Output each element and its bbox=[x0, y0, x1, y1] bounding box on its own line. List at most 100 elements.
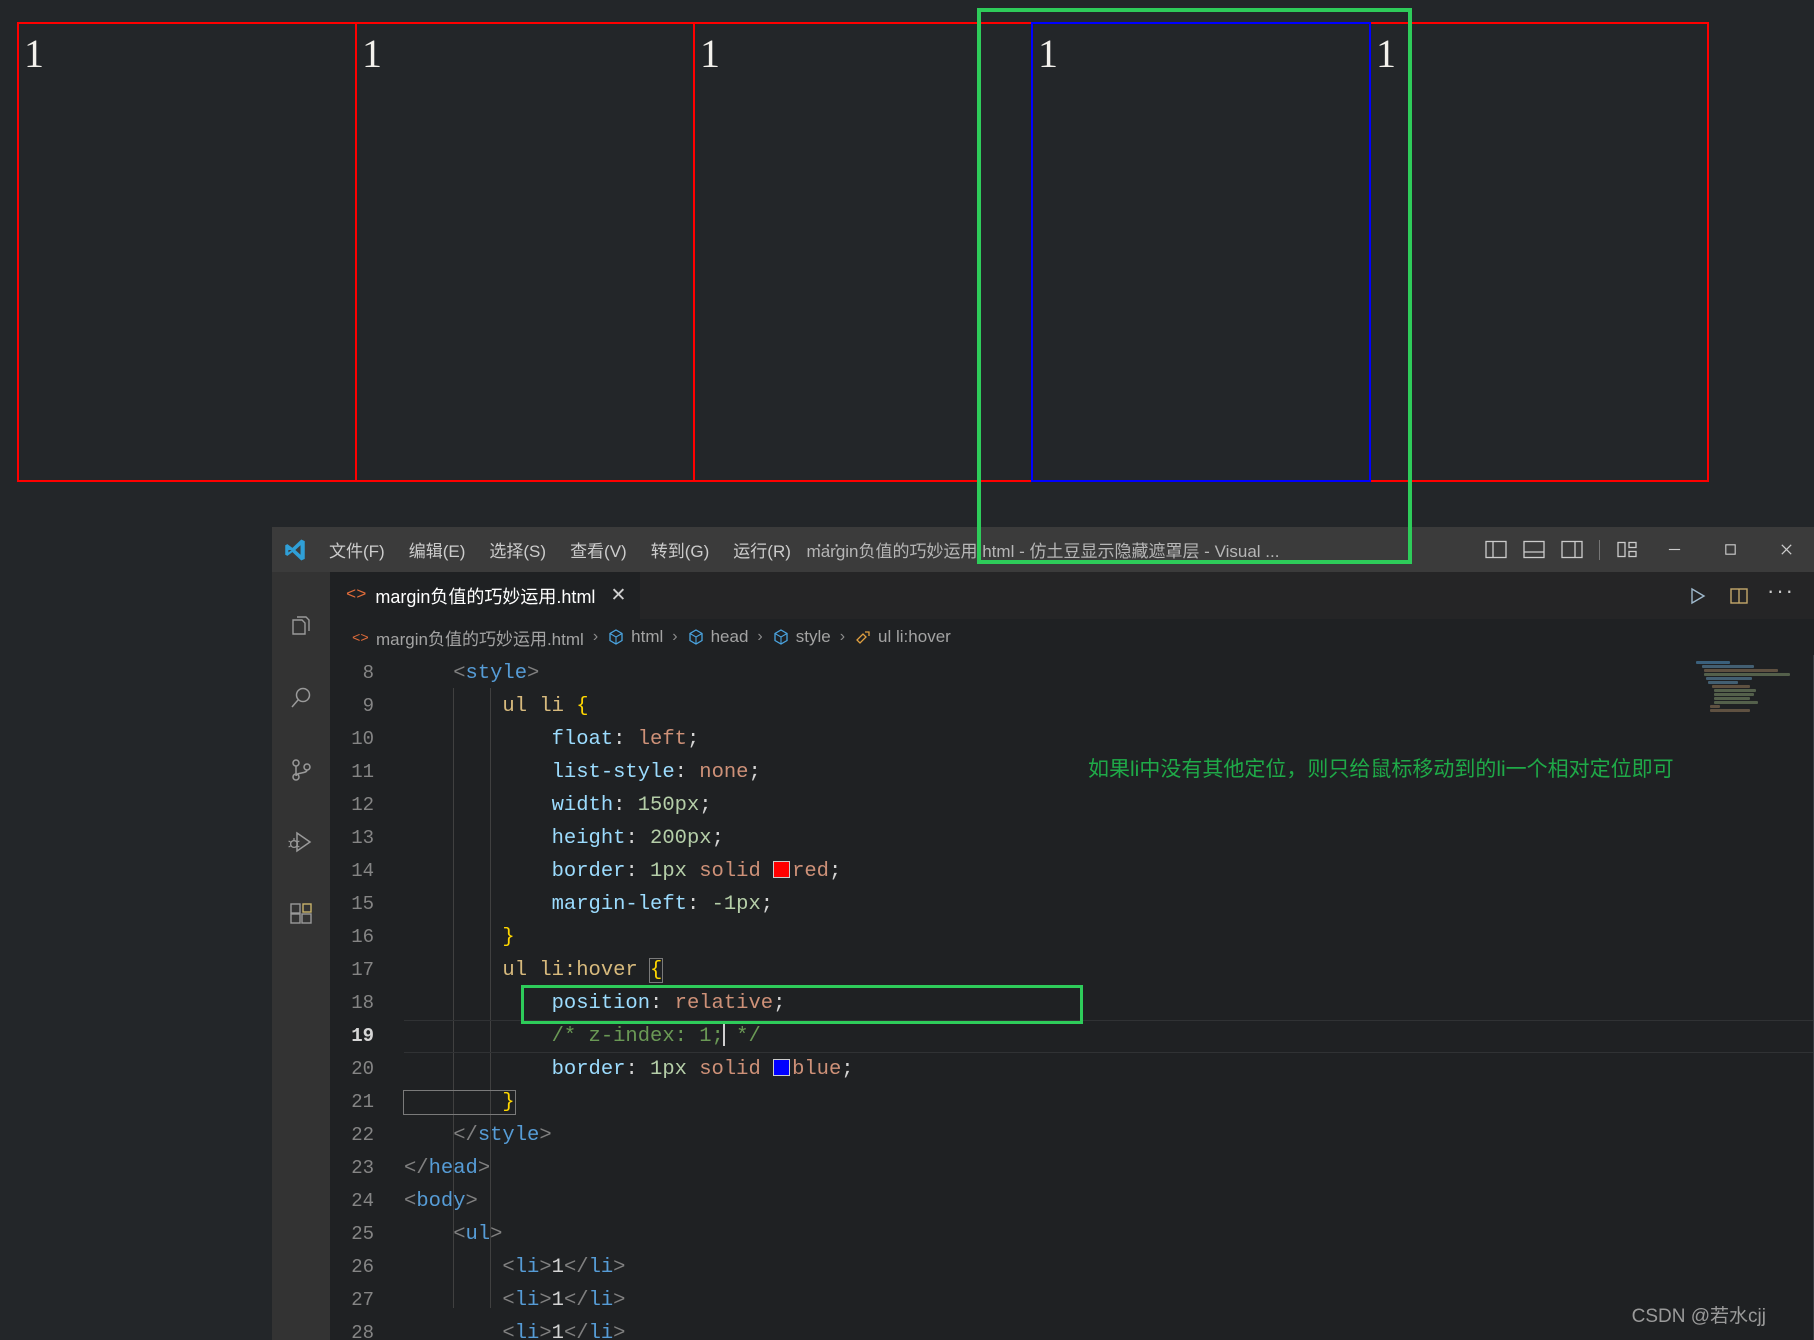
more-actions-button[interactable]: ··· bbox=[1762, 567, 1800, 624]
line-number: 17 bbox=[351, 959, 374, 981]
breadcrumb-separator: › bbox=[592, 628, 599, 645]
line-content: } bbox=[403, 1090, 516, 1115]
menu-file[interactable]: 文件(F) bbox=[318, 533, 396, 566]
line-number: 26 bbox=[351, 1256, 374, 1278]
html-file-icon: <> bbox=[346, 586, 367, 605]
line-content: width: 150px; bbox=[404, 794, 712, 817]
breadcrumb-item-selector[interactable]: ul li:hover bbox=[854, 627, 951, 647]
color-swatch-blue bbox=[773, 1059, 791, 1076]
vscode-logo-icon bbox=[272, 537, 318, 563]
maximize-button[interactable] bbox=[1702, 527, 1758, 572]
line-content: float: left; bbox=[404, 728, 700, 751]
activity-explorer[interactable] bbox=[272, 590, 330, 662]
line-content: height: 200px; bbox=[404, 827, 724, 850]
symbol-field-icon bbox=[772, 628, 790, 646]
line-content: <body> bbox=[404, 1190, 478, 1213]
line-number: 28 bbox=[351, 1322, 374, 1340]
menu-run[interactable]: 运行(R) bbox=[722, 533, 802, 566]
symbol-field-icon bbox=[607, 628, 625, 646]
toggle-primary-sidebar-icon[interactable] bbox=[1477, 527, 1515, 572]
annotation-note: 如果li中没有其他定位，则只给鼠标移动到的li一个相对定位即可 bbox=[1088, 758, 1674, 781]
menu-more[interactable]: ··· bbox=[804, 534, 854, 565]
line-number: 19 bbox=[351, 1025, 374, 1047]
code-line-17: 17 ul li:hover { bbox=[330, 954, 1814, 987]
breadcrumb-item-head[interactable]: head bbox=[687, 627, 749, 647]
activity-source-control[interactable] bbox=[272, 734, 330, 806]
customize-layout-icon[interactable] bbox=[1608, 527, 1646, 572]
li-item-2[interactable]: 1 bbox=[355, 22, 695, 482]
line-number: 14 bbox=[351, 860, 374, 882]
minimize-button[interactable] bbox=[1646, 527, 1702, 572]
code-line-18: 18 position: relative; bbox=[330, 987, 1814, 1020]
li-item-1[interactable]: 1 bbox=[17, 22, 357, 482]
activity-extensions[interactable] bbox=[272, 878, 330, 950]
line-number: 20 bbox=[351, 1058, 374, 1080]
line-number: 15 bbox=[351, 893, 374, 915]
code-line-24: 24 <body> bbox=[330, 1185, 1814, 1218]
breadcrumb-item-file[interactable]: <> margin负值的巧妙运用.html bbox=[352, 625, 584, 650]
line-content: <li>1</li> bbox=[404, 1289, 626, 1312]
menu-edit[interactable]: 编辑(E) bbox=[398, 533, 477, 566]
code-line-19: 19 /* z-index: 1; */ bbox=[330, 1020, 1814, 1053]
li-label: 1 bbox=[1376, 31, 1396, 76]
code-line-9: 9 ul li { bbox=[330, 690, 1814, 723]
toggle-secondary-sidebar-icon[interactable] bbox=[1553, 527, 1591, 572]
split-editor-right-button[interactable] bbox=[1720, 572, 1758, 619]
line-content: ul li:hover { bbox=[404, 958, 664, 983]
li-item-5[interactable]: 1 bbox=[1369, 22, 1709, 482]
close-tab-icon[interactable]: ✕ bbox=[610, 584, 626, 607]
title-bar: 文件(F) 编辑(E) 选择(S) 查看(V) 转到(G) 运行(R) ··· … bbox=[272, 527, 1814, 572]
activity-run-debug[interactable] bbox=[272, 806, 330, 878]
code-line-8: 8 <style> bbox=[330, 657, 1814, 690]
breadcrumb-label: head bbox=[710, 627, 749, 646]
code-line-27: 27 <li>1</li> bbox=[330, 1284, 1814, 1317]
line-content: </style> bbox=[404, 1124, 552, 1147]
menu-selection[interactable]: 选择(S) bbox=[478, 533, 557, 566]
menu-go[interactable]: 转到(G) bbox=[640, 533, 721, 566]
code-line-26: 26 <li>1</li> bbox=[330, 1251, 1814, 1284]
close-button[interactable] bbox=[1758, 527, 1814, 572]
breadcrumb-label: ul li:hover bbox=[878, 627, 951, 646]
li-label: 1 bbox=[1038, 31, 1058, 76]
line-number: 13 bbox=[351, 827, 374, 849]
breadcrumb-separator: › bbox=[839, 628, 846, 645]
line-number: 8 bbox=[362, 662, 374, 684]
breadcrumb-item-html[interactable]: html bbox=[607, 627, 663, 647]
line-number: 16 bbox=[351, 926, 374, 948]
li-item-3[interactable]: 1 bbox=[693, 22, 1033, 482]
line-content: <style> bbox=[404, 662, 540, 685]
symbol-ruler-icon bbox=[854, 628, 872, 646]
color-swatch-red bbox=[773, 861, 791, 878]
browser-preview-area: 1 1 1 1 1 bbox=[0, 0, 1814, 564]
breadcrumb: <> margin负值的巧妙运用.html › html › head › st… bbox=[330, 619, 1814, 655]
line-number: 24 bbox=[351, 1190, 374, 1212]
screen: 1 1 1 1 1 文件(F) 编辑(E) 选择(S) 查看(V) 转到(G) … bbox=[0, 0, 1814, 1340]
li-label: 1 bbox=[24, 31, 44, 76]
line-content: } bbox=[404, 926, 515, 949]
tab-margin-html[interactable]: <> margin负值的巧妙运用.html ✕ bbox=[330, 572, 641, 619]
code-editor[interactable]: 8 <style> 9 ul li { 10 float: left; 11 l… bbox=[330, 655, 1814, 1340]
breadcrumb-label: html bbox=[631, 627, 664, 646]
workbench-body: <> margin负值的巧妙运用.html ✕ ··· <> margin负值的… bbox=[272, 572, 1814, 1340]
activity-bar bbox=[272, 572, 330, 1340]
vscode-window: 文件(F) 编辑(E) 选择(S) 查看(V) 转到(G) 运行(R) ··· … bbox=[272, 527, 1814, 1340]
li-item-4-hovered[interactable]: 1 bbox=[1031, 22, 1371, 482]
code-line-21: 21 } bbox=[330, 1086, 1814, 1119]
li-label: 1 bbox=[700, 31, 720, 76]
li-label: 1 bbox=[362, 31, 382, 76]
activity-search[interactable] bbox=[272, 662, 330, 734]
line-number: 18 bbox=[351, 992, 374, 1014]
code-line-15: 15 margin-left: -1px; bbox=[330, 888, 1814, 921]
editor-actions: ··· bbox=[1678, 572, 1814, 619]
breadcrumb-separator: › bbox=[672, 628, 678, 645]
code-line-13: 13 height: 200px; bbox=[330, 822, 1814, 855]
toggle-panel-icon[interactable] bbox=[1515, 527, 1553, 572]
line-number: 22 bbox=[351, 1124, 374, 1146]
menu-view[interactable]: 查看(V) bbox=[559, 533, 638, 566]
breadcrumb-item-style[interactable]: style bbox=[772, 627, 831, 647]
tab-label: margin负值的巧妙运用.html bbox=[375, 586, 596, 607]
run-file-button[interactable] bbox=[1678, 572, 1716, 619]
line-number: 10 bbox=[351, 728, 374, 750]
html-file-icon: <> bbox=[352, 628, 370, 646]
code-line-10: 10 float: left; bbox=[330, 723, 1814, 756]
